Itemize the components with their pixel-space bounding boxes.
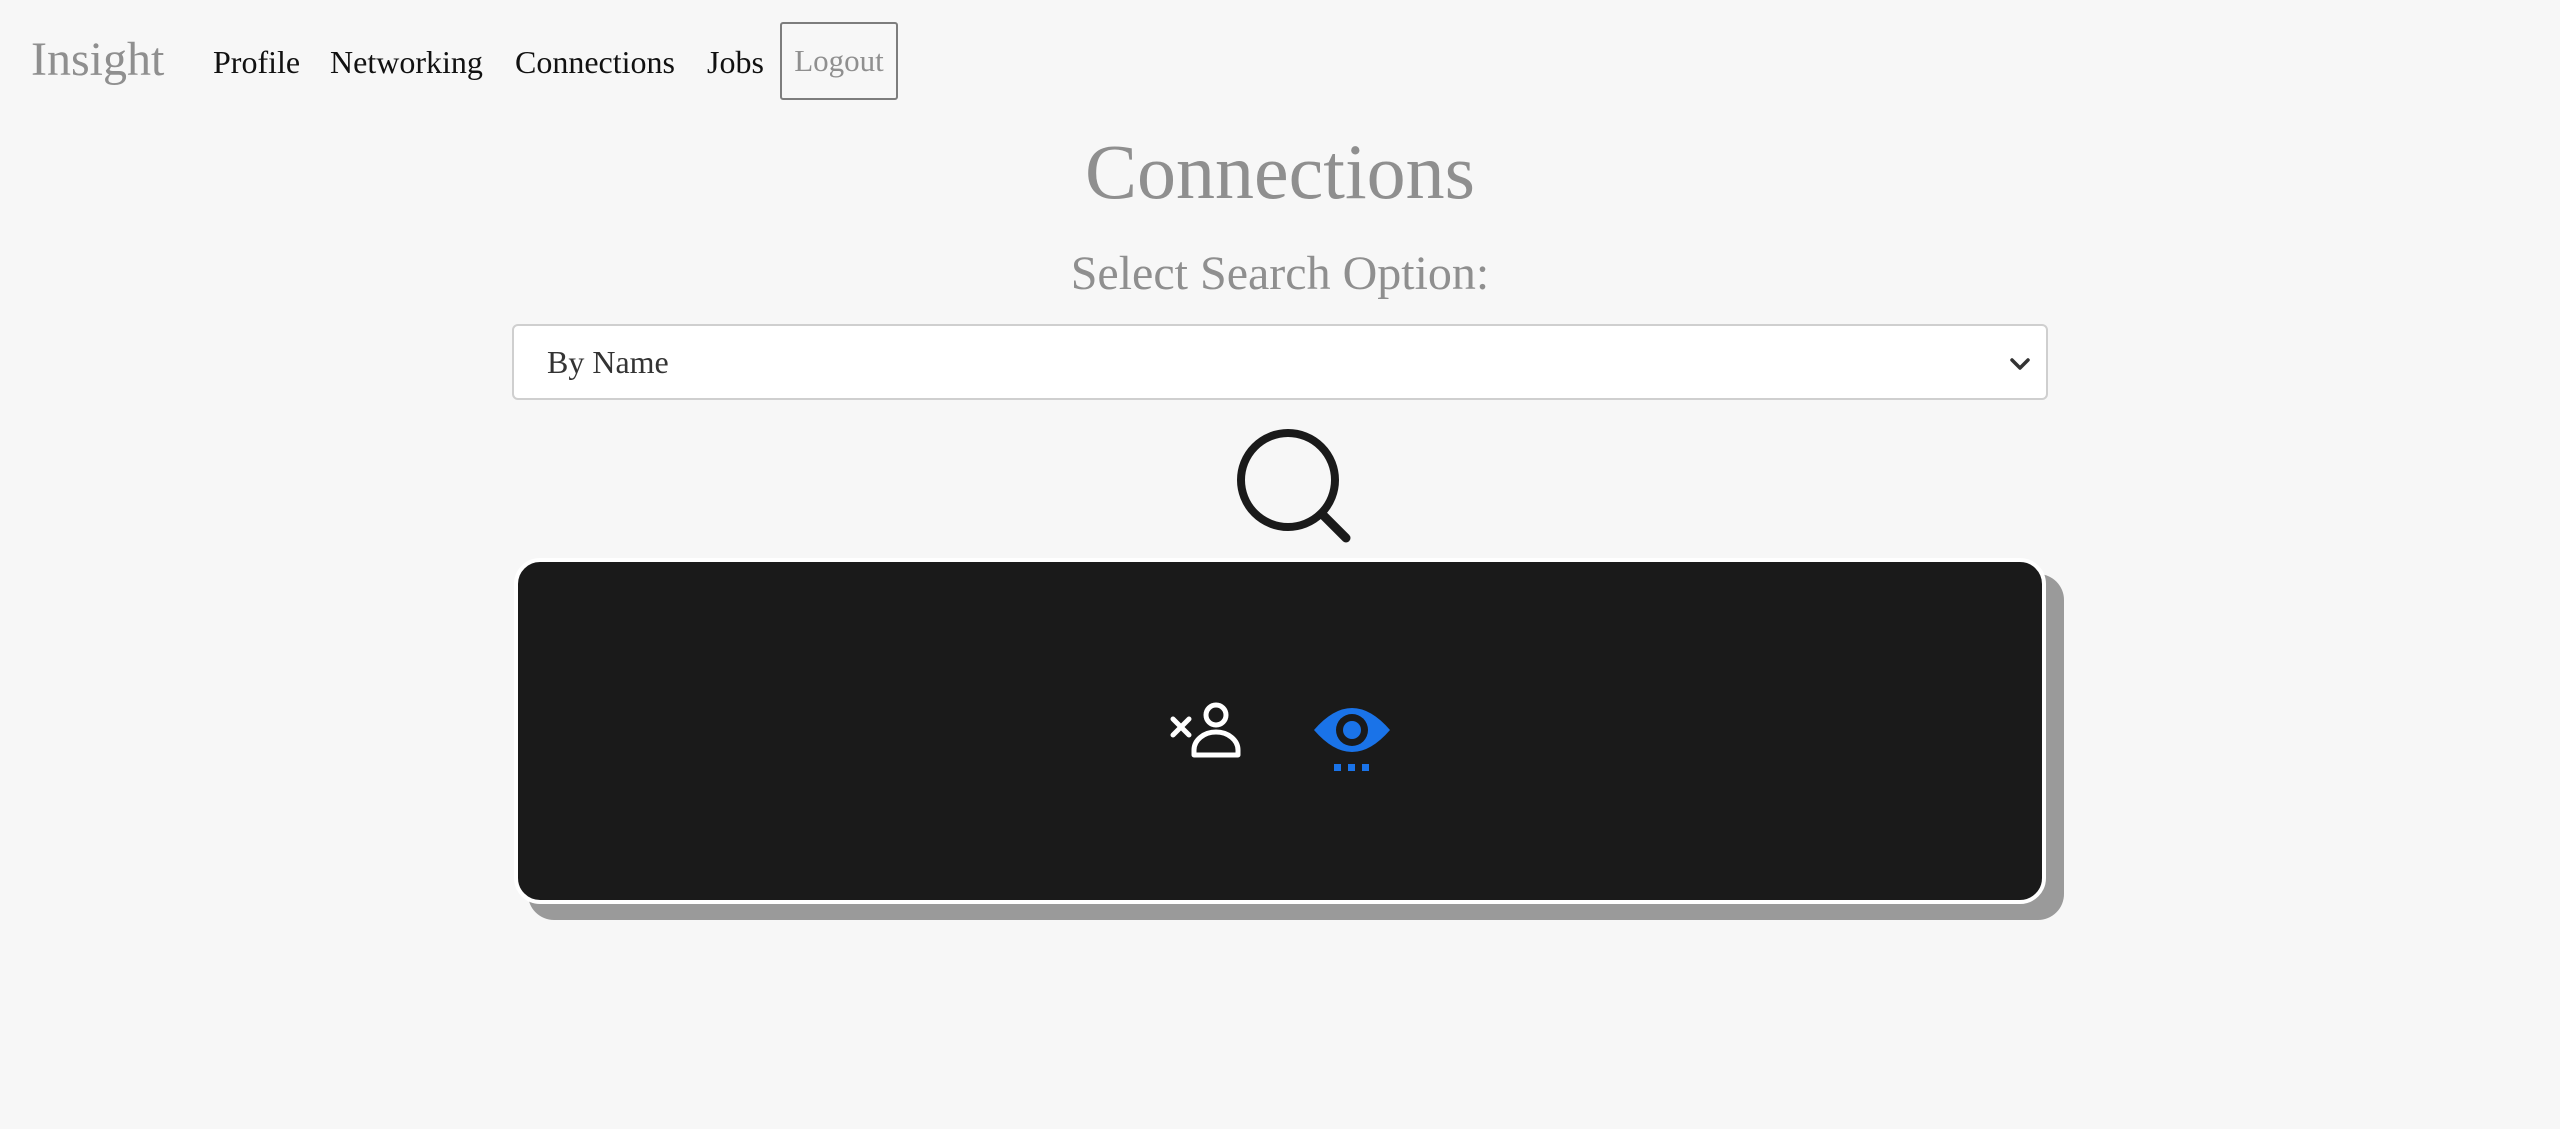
- search-icon[interactable]: [1226, 428, 1352, 548]
- search-option-select[interactable]: By Name: [512, 324, 2048, 400]
- eye-icon[interactable]: [1312, 700, 1392, 774]
- brand-logo[interactable]: Insight: [31, 30, 164, 90]
- connection-card: [514, 558, 2046, 904]
- page-title: Connections: [1085, 128, 1475, 215]
- search-option-value: By Name: [547, 344, 669, 380]
- logout-button[interactable]: Logout: [780, 22, 898, 100]
- chevron-down-icon: [2010, 358, 2030, 370]
- search-option-label: Select Search Option:: [1070, 247, 1490, 300]
- nav-link-jobs[interactable]: Jobs: [707, 38, 764, 86]
- nav-link-profile[interactable]: Profile: [213, 38, 300, 86]
- navbar: Insight Profile Networking Connections J…: [0, 0, 2560, 120]
- nav-link-connections[interactable]: Connections: [515, 38, 675, 86]
- nav-link-networking[interactable]: Networking: [330, 38, 483, 86]
- person-remove-icon[interactable]: [1170, 700, 1246, 760]
